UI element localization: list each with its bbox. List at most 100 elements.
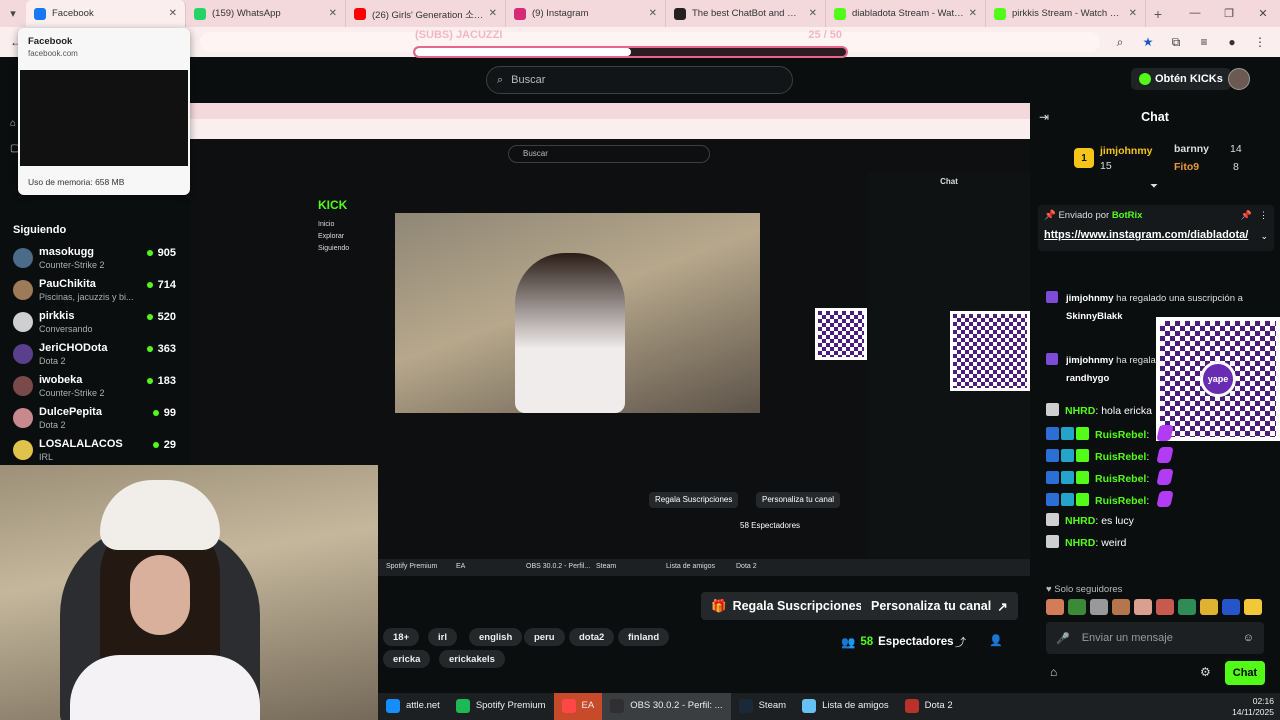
ea-icon — [561, 698, 576, 713]
emote[interactable] — [1112, 599, 1130, 615]
tag-ericka[interactable]: ericka — [383, 650, 431, 668]
emote[interactable] — [1200, 599, 1218, 615]
gift-icon: 🎁 — [711, 598, 727, 613]
chat-username[interactable]: RuisRebel — [1095, 451, 1146, 463]
browser-tab[interactable]: The best ChatBot and Widgets ✕ — [666, 0, 826, 27]
nested-menu-item: Explorar — [318, 233, 345, 240]
user-add-icon[interactable]: 👤 — [989, 634, 1003, 647]
pin-icon[interactable]: 📌 — [1241, 210, 1252, 221]
obtain-kicks-button[interactable]: Obtén KICKs — [1131, 68, 1231, 90]
chat-text: es lucy — [1101, 515, 1134, 527]
profile-icon[interactable]: ● — [1220, 31, 1244, 53]
avatar — [13, 280, 33, 300]
browser-tab[interactable]: diabladota Stream - Watch Live ✕ — [826, 0, 986, 27]
maximize-icon[interactable]: ❐ — [1212, 7, 1246, 20]
close-tab-icon[interactable]: ✕ — [809, 8, 817, 19]
emoji-icon[interactable]: ☺ — [1243, 632, 1254, 644]
close-tab-icon[interactable]: ✕ — [489, 8, 497, 19]
taskbar-item[interactable]: attle.net — [378, 693, 448, 720]
close-tab-icon[interactable]: ✕ — [329, 8, 337, 19]
taskbar-item[interactable]: Lista de amigos — [794, 693, 897, 720]
tag-finland[interactable]: finland — [618, 628, 670, 646]
mic-icon[interactable]: 🎤 — [1056, 632, 1070, 645]
media-control-icon[interactable]: ≡ — [1192, 31, 1216, 53]
second-value: 14 — [1230, 143, 1242, 155]
chat-username[interactable]: RuisRebel — [1095, 495, 1146, 507]
channel-category: Piscinas, jacuzzis y bi... — [39, 292, 134, 302]
chat-username[interactable]: RuisRebel — [1095, 473, 1146, 485]
browser-tab[interactable]: (159) WhatsApp ✕ — [186, 0, 346, 27]
viewers-icon: 👥 — [841, 637, 856, 649]
gift-subs-button[interactable]: 🎁 Regala Suscripciones — [701, 592, 873, 620]
tag-erickakels[interactable]: erickakels — [439, 650, 505, 668]
zoom-icon[interactable]: ⌕ — [1108, 31, 1132, 53]
chat-username[interactable]: RuisRebel — [1095, 429, 1146, 441]
emote[interactable] — [1222, 599, 1240, 615]
close-tab-icon[interactable]: ✕ — [1129, 8, 1137, 19]
sidebar-item-pauchikita[interactable]: PauChikita Piscinas, jacuzzis y bi... 714 — [13, 278, 178, 310]
chat-send-button[interactable]: Chat — [1225, 661, 1265, 685]
share-icon[interactable]: ⤴ — [955, 634, 966, 650]
chat-message: RuisRebel: — [1046, 469, 1174, 485]
browser-tab[interactable]: (26) Girls' Generation 소녀시대 (✕ — [346, 0, 506, 27]
emote[interactable] — [1156, 599, 1174, 615]
channel-category: Counter-Strike 2 — [39, 388, 105, 398]
browser-tab[interactable]: Facebook ✕ — [26, 0, 186, 27]
webcam-feed — [0, 465, 378, 720]
user-badges — [1046, 403, 1061, 417]
emote[interactable] — [1046, 599, 1064, 615]
settings-gear-icon[interactable]: ⚙ — [1200, 665, 1211, 679]
bookmark-star-icon[interactable]: ★ — [1136, 31, 1160, 53]
emote[interactable] — [1244, 599, 1262, 615]
tag-irl[interactable]: irl — [428, 628, 457, 646]
taskbar-item[interactable]: Steam — [731, 693, 794, 720]
minimize-icon[interactable]: — — [1178, 7, 1212, 20]
close-tab-icon[interactable]: ✕ — [169, 8, 177, 19]
tag-english[interactable]: english — [469, 628, 523, 646]
taskbar-item-label: attle.net — [406, 700, 440, 711]
chevron-down-icon[interactable]: ⌄ — [1260, 231, 1268, 242]
emote[interactable] — [1068, 599, 1086, 615]
browser-tab[interactable]: (9) Instagram ✕ — [506, 0, 666, 27]
chat-username[interactable]: NHRD — [1065, 537, 1095, 549]
emote[interactable] — [1134, 599, 1152, 615]
tag-peru[interactable]: peru — [524, 628, 565, 646]
chat-message-input[interactable]: 🎤 Enviar un mensaje ☺ — [1046, 622, 1264, 654]
sidebar-item-pirkkis[interactable]: pirkkis Conversando 520 — [13, 310, 178, 342]
emote[interactable] — [1178, 599, 1196, 615]
close-tab-icon[interactable]: ✕ — [649, 8, 657, 19]
second-name: barnny — [1174, 143, 1210, 155]
taskbar-item[interactable]: Dota 2 — [897, 693, 961, 720]
more-options-icon[interactable]: ⋮ — [1259, 210, 1268, 221]
tag-18[interactable]: 18+ — [383, 628, 420, 646]
expand-leaderboard-icon[interactable]: ⏷ — [1150, 181, 1158, 192]
emote — [1156, 469, 1174, 485]
store-icon[interactable]: ⌂ — [1050, 665, 1057, 679]
sidebar-item-dulcepepita[interactable]: DulcePepita Dota 2 99 — [13, 406, 178, 438]
search-input[interactable]: ⌕ Buscar — [486, 66, 793, 94]
emote[interactable] — [1090, 599, 1108, 615]
extensions-icon[interactable]: ⧉ — [1164, 31, 1188, 53]
close-tab-icon[interactable]: ✕ — [969, 8, 977, 19]
menu-icon[interactable]: ⋮ — [1248, 31, 1272, 53]
nested-task-item: OBS 30.0.2 - Perfil... — [526, 563, 591, 570]
close-window-icon[interactable]: ✕ — [1246, 7, 1280, 20]
chat-username[interactable]: NHRD — [1065, 405, 1095, 417]
tag-dota2[interactable]: dota2 — [569, 628, 615, 646]
sidebar-item-iwobeka[interactable]: iwobeka Counter-Strike 2 183 — [13, 374, 178, 406]
avatar[interactable] — [1228, 68, 1250, 90]
pinned-link[interactable]: https://www.instagram.com/diabladota/ — [1044, 229, 1248, 241]
taskbar-item[interactable]: Spotify Premium — [448, 693, 554, 720]
viewer-count: 520 — [147, 311, 176, 323]
sidebar-item-masokugg[interactable]: masokugg Counter-Strike 2 905 — [13, 246, 178, 278]
user-badges — [1046, 513, 1061, 527]
new-tab-button[interactable]: + — [1146, 0, 1170, 27]
chat-username[interactable]: NHRD — [1065, 515, 1095, 527]
sidebar-item-jerichodota[interactable]: JeriCHODota Dota 2 363 — [13, 342, 178, 374]
browser-tab[interactable]: pirkkis Stream - Watch Live on ✕ — [986, 0, 1146, 27]
leader-name: jimjohnmy — [1100, 145, 1153, 157]
customize-channel-button[interactable]: Personaliza tu canal ↗ — [861, 592, 1018, 620]
taskbar-item[interactable]: OBS 30.0.2 - Perfil: ... — [602, 693, 731, 720]
taskbar-item[interactable]: EA — [553, 693, 603, 720]
tab-search-button[interactable]: ▾ — [0, 0, 26, 27]
